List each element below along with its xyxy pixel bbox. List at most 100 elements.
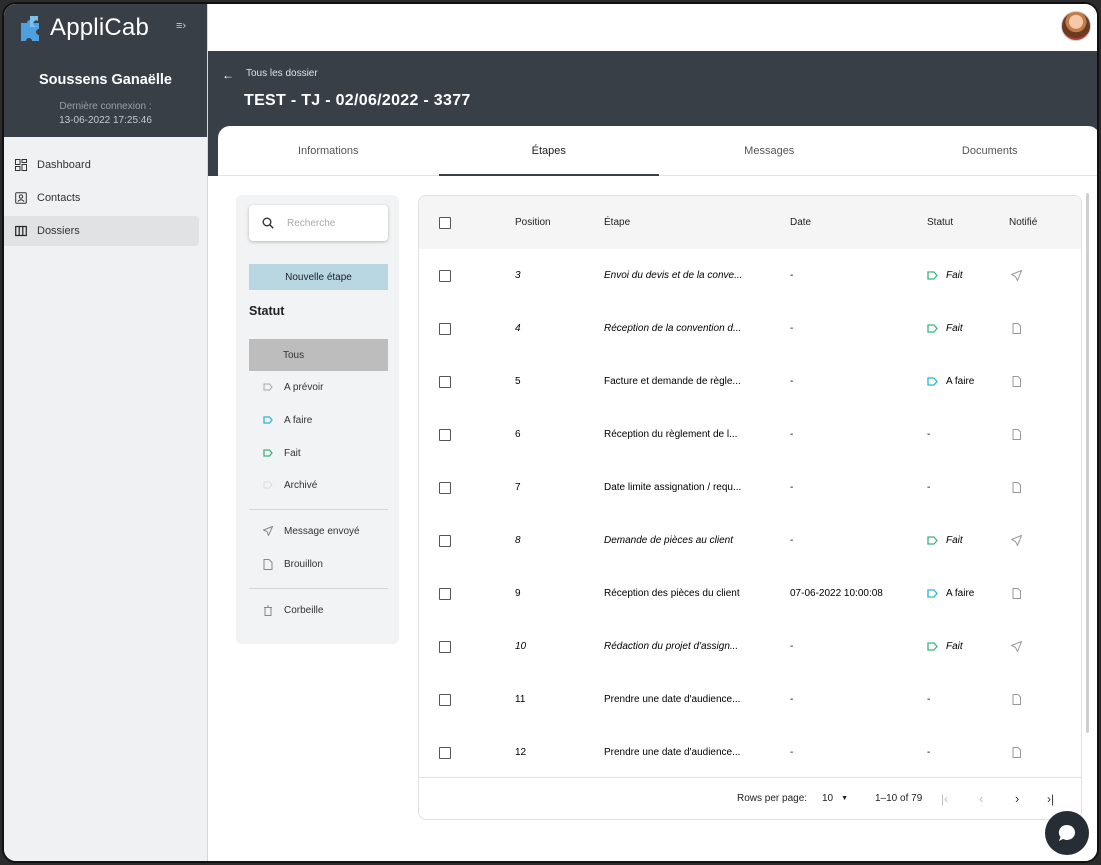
sidebar-item-label: Dossiers	[37, 225, 80, 237]
new-step-button[interactable]: Nouvelle étape	[249, 264, 388, 290]
row-position: 5	[515, 376, 521, 387]
back-arrow-icon[interactable]: ←	[222, 68, 234, 82]
status-tag-icon	[927, 536, 938, 545]
filter-message-sent[interactable]: Message envoyé	[249, 515, 388, 547]
row-checkbox[interactable]	[439, 428, 451, 441]
row-step[interactable]: Date limite assignation / requ...	[604, 461, 741, 514]
rows-per-page-value: 10	[822, 793, 834, 804]
filter-label: A faire	[284, 414, 313, 426]
row-step[interactable]: Facture et demande de règle...	[604, 355, 741, 408]
select-all-checkbox[interactable]	[439, 216, 451, 229]
row-checkbox[interactable]	[439, 269, 451, 282]
row-checkbox[interactable]	[439, 481, 451, 494]
header-date[interactable]: Date	[790, 196, 811, 249]
table-row[interactable]: 4 Réception de la convention d... - Fait	[419, 302, 1081, 355]
filter-label: A prévoir	[284, 381, 324, 393]
table-row[interactable]: 6 Réception du règlement de l... - -	[419, 408, 1081, 461]
dashboard-icon	[15, 159, 27, 171]
row-checkbox[interactable]	[439, 746, 451, 759]
row-checkbox[interactable]	[439, 587, 451, 600]
tab-messages[interactable]: Messages	[659, 126, 880, 175]
row-checkbox[interactable]	[439, 534, 451, 547]
contacts-icon	[15, 192, 27, 204]
table-row[interactable]: 12 Prendre une date d'audience... - -	[419, 726, 1081, 779]
filter-status-a-prevoir[interactable]: A prévoir	[249, 371, 388, 403]
row-step[interactable]: Prendre une date d'audience...	[604, 673, 740, 726]
search-icon	[262, 217, 274, 229]
status-tag-icon	[927, 589, 938, 598]
filter-status-fait[interactable]: Fait	[249, 437, 388, 469]
avatar[interactable]	[1061, 11, 1091, 41]
document-icon	[1012, 429, 1021, 440]
row-step[interactable]: Réception de la convention d...	[604, 302, 741, 355]
filter-draft[interactable]: Brouillon	[249, 548, 388, 580]
row-notified	[1011, 461, 1022, 514]
row-step[interactable]: Réception des pièces du client	[604, 567, 740, 620]
last-page-icon[interactable]: ›|	[1047, 778, 1054, 819]
sidebar-item-label: Dashboard	[37, 159, 91, 171]
row-step[interactable]: Prendre une date d'audience...	[604, 726, 740, 779]
table-row[interactable]: 8 Demande de pièces au client - Fait	[419, 514, 1081, 567]
table-row[interactable]: 3 Envoi du devis et de la conve... - Fait	[419, 249, 1081, 302]
filter-label: Tous	[283, 349, 305, 361]
search-box	[249, 205, 388, 241]
row-checkbox[interactable]	[439, 640, 451, 653]
table-row[interactable]: 11 Prendre une date d'audience... - -	[419, 673, 1081, 726]
menu-collapse-icon[interactable]: ≡›	[176, 20, 186, 32]
next-page-icon[interactable]: ›	[1015, 778, 1019, 819]
filter-trash[interactable]: Corbeille	[249, 594, 388, 626]
row-checkbox-cell	[439, 620, 451, 673]
chat-button[interactable]	[1045, 811, 1089, 855]
table-row[interactable]: 9 Réception des pièces du client 07-06-202…	[419, 567, 1081, 620]
search-input[interactable]	[287, 217, 377, 229]
status-text: -	[927, 747, 931, 758]
header-notified[interactable]: Notifié	[1009, 196, 1037, 249]
header-position[interactable]: Position	[515, 196, 551, 249]
last-login-date: 13-06-2022 17:25:46	[59, 115, 152, 126]
row-checkbox[interactable]	[439, 322, 451, 335]
status-text: Fait	[946, 270, 963, 281]
rows-per-page-select[interactable]: 10 ▼	[822, 778, 848, 819]
sidebar-item-dossiers[interactable]: Dossiers	[4, 216, 199, 246]
status-text: A faire	[946, 588, 975, 599]
row-date: -	[790, 641, 794, 652]
row-step[interactable]: Réception du règlement de l...	[604, 408, 737, 461]
row-status: A faire	[927, 355, 974, 408]
filter-label: Message envoyé	[284, 525, 360, 537]
row-notified	[1011, 567, 1022, 620]
app-name: AppliCab	[50, 14, 149, 41]
row-step[interactable]: Envoi du devis et de la conve...	[604, 249, 742, 302]
row-checkbox-cell	[439, 408, 451, 461]
scrollbar[interactable]	[1086, 193, 1089, 733]
sidebar-item-contacts[interactable]: Contacts	[4, 183, 199, 213]
filter-status-all[interactable]: Tous	[249, 339, 388, 371]
table-row[interactable]: 10 Rédaction du projet d'assign... - Fait	[419, 620, 1081, 673]
row-checkbox[interactable]	[439, 375, 451, 388]
brand[interactable]: AppliCab	[18, 13, 149, 43]
filter-status-a-faire[interactable]: A faire	[249, 404, 388, 436]
row-step[interactable]: Rédaction du projet d'assign...	[604, 620, 738, 673]
table-body: 3 Envoi du devis et de la conve... - Fait 4 R…	[419, 249, 1081, 779]
prev-page-icon[interactable]: ‹	[979, 778, 983, 819]
table-header: Position Étape Date Statut Notifié	[419, 196, 1081, 249]
back-link[interactable]: Tous les dossier	[246, 68, 318, 79]
header-step[interactable]: Étape	[604, 196, 630, 249]
header-status[interactable]: Statut	[927, 196, 953, 249]
tab-informations[interactable]: Informations	[218, 126, 439, 175]
sidebar-item-label: Contacts	[37, 192, 81, 204]
row-date: -	[790, 270, 794, 281]
page-title: TEST - TJ - 02/06/2022 - 3377	[244, 92, 471, 109]
row-step[interactable]: Demande de pièces au client	[604, 514, 733, 567]
first-page-icon[interactable]: |‹	[941, 778, 948, 819]
tab-documents[interactable]: Documents	[880, 126, 1098, 175]
table-row[interactable]: 7 Date limite assignation / requ... - -	[419, 461, 1081, 514]
filter-status-archive[interactable]: Archivé	[249, 469, 388, 501]
pagination: Rows per page: 10 ▼ 1–10 of 79 |‹ ‹ › ›|	[419, 777, 1081, 819]
tab-etapes[interactable]: Étapes	[438, 126, 660, 176]
table-row[interactable]: 5 Facture et demande de règle... - A faire	[419, 355, 1081, 408]
row-position: 4	[515, 323, 521, 334]
row-status: Fait	[927, 249, 963, 302]
status-text: A faire	[946, 376, 975, 387]
row-checkbox[interactable]	[439, 693, 451, 706]
sidebar-item-dashboard[interactable]: Dashboard	[4, 150, 199, 180]
